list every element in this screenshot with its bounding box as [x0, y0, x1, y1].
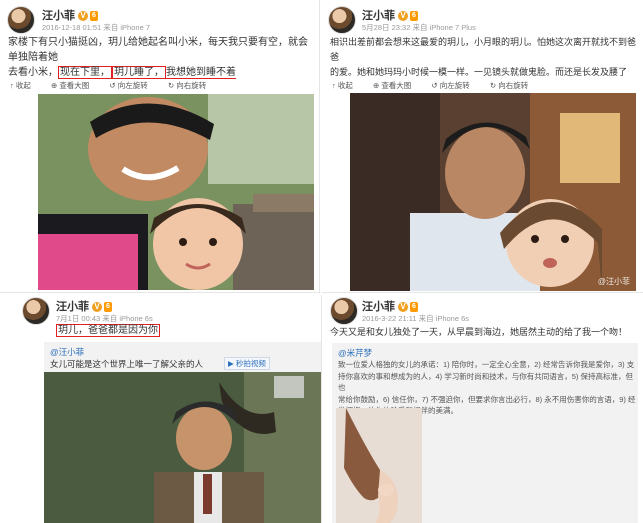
post-text: 相识出差前都会想来这最爱的玥儿，小月眼的玥儿。怕她这次离开就找不到爸爸 的爱。她…	[330, 35, 636, 80]
post-photo[interactable]: @汪小菲	[350, 93, 636, 291]
post-meta[interactable]: 5月28日 23:32 来自 iPhone 7 Plus	[362, 22, 476, 33]
image-toolbar: ↑ 收起 ⊕ 查看大图 ↺ 向左旋转 ↻ 向右旋转	[10, 80, 224, 91]
post-text: 今天又是和女儿独处了一天，从早晨到海边，她居然主动的给了我一个吻！	[330, 327, 628, 337]
avatar[interactable]	[328, 6, 356, 34]
repost-card: @米芹梦 致一位爱人格独的女儿的承诺：1) 陪你时，一定全心全意，2) 经常告诉…	[332, 343, 638, 523]
collapse-label: 收起	[15, 81, 31, 90]
repost-card: @汪小菲 女儿可能是这个世界上唯一了解父亲的人 ▶ 秒拍视频	[44, 342, 321, 523]
video-thumbnail[interactable]	[44, 372, 321, 523]
post-meta[interactable]: 2016-3-22 21:11 来自 iPhone 6s	[362, 313, 469, 324]
selfie-photo	[38, 94, 314, 290]
post-line-2: 去看小米， 现在下里， 玥儿睡了， 我想她到睡不着	[8, 65, 313, 80]
rotate-right-button[interactable]: ↻ 向右旋转	[168, 81, 215, 90]
quote-user[interactable]: @米芹梦	[338, 347, 372, 359]
watermark: @汪小菲	[597, 277, 630, 286]
username[interactable]: 汪小菲 V 6	[362, 7, 418, 23]
avatar[interactable]	[330, 297, 358, 325]
hands-photo	[336, 408, 422, 523]
rotate-right-button[interactable]: ↻ 向右旋转	[490, 81, 537, 90]
video-still	[44, 372, 321, 523]
rotate-left-button[interactable]: ↺ 向左旋转	[109, 81, 156, 90]
video-tag[interactable]: ▶ 秒拍视频	[224, 357, 270, 370]
username-text[interactable]: 汪小菲	[362, 301, 395, 313]
username-text[interactable]: 汪小菲	[56, 301, 89, 313]
member-level-badge: 6	[90, 11, 98, 22]
post-line-2: 的爱。她和她玛玛小时候一模一样。一见镜头就做鬼脸。而还是长发及腰了	[330, 67, 628, 77]
post-text-prefix: 去看小米，	[8, 67, 58, 78]
username-text[interactable]: 汪小菲	[42, 10, 75, 22]
highlight-post: 玥儿，爸爸都是因为你	[56, 324, 160, 337]
quote-user[interactable]: @汪小菲	[50, 346, 84, 358]
post-line-1: 家楼下有只小猫挺凶，玥儿给她起名叫小米，每天我只要有空，就会单独陪着她	[8, 37, 308, 63]
collapse-label: 收起	[337, 81, 353, 90]
quote-text: 女儿可能是这个世界上唯一了解父亲的人	[50, 359, 204, 369]
rotate-left-label: 向左旋转	[117, 81, 148, 90]
highlight-phrase-2: 玥儿睡了，	[112, 66, 166, 79]
username[interactable]: 汪小菲 V 6	[42, 7, 98, 23]
verified-icon: V	[78, 11, 88, 22]
post-text: 玥儿，爸爸都是因为你	[56, 323, 160, 338]
verified-icon: V	[398, 302, 408, 313]
rotate-right-label: 向右旋转	[498, 81, 529, 90]
view-large-button[interactable]: ⊕ 查看大图	[51, 81, 98, 90]
collapse-button[interactable]: ↑ 收起	[332, 81, 362, 90]
weibo-post-1: 汪小菲 V 6 2016-12-18 01:51 来自 iPhone 7 家楼下有只…	[0, 0, 320, 293]
weibo-post-2: 汪小菲 V 6 5月28日 23:32 来自 iPhone 7 Plus 相识出差前…	[322, 0, 643, 293]
member-level-badge: 6	[410, 11, 418, 22]
highlight-phrase-1: 现在下里，	[58, 66, 112, 79]
rotate-right-label: 向右旋转	[176, 81, 207, 90]
post-meta[interactable]: 2016-12-18 01:51 来自 iPhone 7	[42, 22, 150, 33]
avatar[interactable]	[7, 6, 35, 34]
verified-icon: V	[92, 302, 102, 313]
weibo-post-3: 汪小菲 V 6 7月1日 00:43 来自 iPhone 6s 玥儿，爸爸都是因为你…	[0, 295, 322, 523]
list-item: 持你喜欢的事和想成为的人，4) 学习新时尚和技术，与你有共同语言，5) 保持高标…	[338, 371, 634, 393]
video-tag-label: 秒拍视频	[235, 359, 266, 368]
member-level-badge: 6	[104, 302, 112, 313]
post-photo[interactable]	[38, 94, 314, 290]
verified-icon: V	[398, 11, 408, 22]
view-large-label: 查看大图	[59, 81, 90, 90]
list-item: 致一位爱人格独的女儿的承诺：1) 陪你时，一定全心全意，2) 经常告诉你我是爱你…	[338, 360, 635, 369]
post-text: 家楼下有只小猫挺凶，玥儿给她起名叫小米，每天我只要有空，就会单独陪着她 去看小米…	[8, 35, 313, 80]
rotate-left-button[interactable]: ↺ 向左旋转	[431, 81, 478, 90]
member-level-badge: 6	[410, 302, 418, 313]
username-text[interactable]: 汪小菲	[362, 10, 395, 22]
post-line-1: 相识出差前都会想来这最爱的玥儿，小月眼的玥儿。怕她这次离开就找不到爸爸	[330, 37, 637, 62]
view-large-label: 查看大图	[381, 81, 412, 90]
collapse-button[interactable]: ↑ 收起	[10, 81, 40, 90]
username[interactable]: 汪小菲 V 6	[56, 298, 112, 314]
view-large-button[interactable]: ⊕ 查看大图	[373, 81, 420, 90]
highlight-phrase-3: 我想她到睡不着	[166, 67, 236, 79]
weibo-post-4: 汪小菲 V 6 2016-3-22 21:11 来自 iPhone 6s 今天又是和…	[324, 295, 643, 523]
rotate-left-label: 向左旋转	[439, 81, 470, 90]
list-item: 常给你鼓励，6) 信任你，7) 不强迫你，但要求你言出必行，8) 永不用伤害你的…	[338, 394, 636, 404]
username[interactable]: 汪小菲 V 6	[362, 298, 418, 314]
quote-photo[interactable]	[336, 408, 422, 523]
image-toolbar: ↑ 收起 ⊕ 查看大图 ↺ 向左旋转 ↻ 向右旋转	[332, 80, 546, 91]
selfie-photo	[350, 93, 636, 291]
avatar[interactable]	[22, 297, 50, 325]
